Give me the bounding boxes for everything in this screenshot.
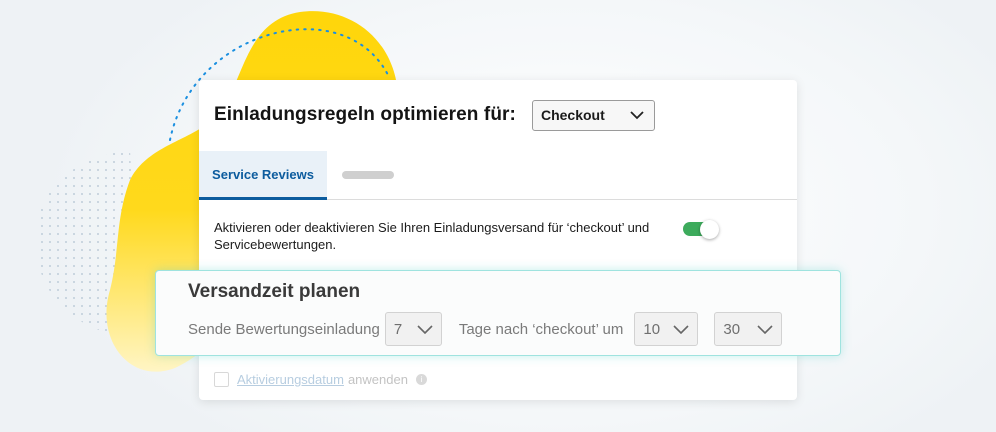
hour-value: 10 [643, 320, 661, 338]
schedule-panel: Versandzeit planen Sende Bewertungseinla… [155, 270, 841, 356]
schedule-prefix-text: Sende Bewertungseinladung [188, 320, 380, 338]
hour-select[interactable]: 10 [634, 312, 699, 346]
tab-label: Service Reviews [212, 166, 314, 182]
schedule-title: Versandzeit planen [188, 281, 361, 302]
invitation-toggle[interactable] [683, 220, 719, 239]
optimize-for-select[interactable]: Checkout [531, 99, 655, 131]
schedule-row: Sende Bewertungseinladung 7 Tage nach ‘c… [188, 312, 783, 346]
info-icon[interactable]: i [415, 374, 427, 385]
schedule-middle-text: Tage nach ‘checkout’ um [458, 320, 624, 338]
minute-select[interactable]: 30 [714, 312, 783, 346]
activation-date-checkbox[interactable] [214, 372, 229, 387]
activation-date-link[interactable]: Aktivierungsdatum [237, 372, 344, 387]
chevron-down-icon [673, 321, 689, 338]
activation-suffix: anwenden [347, 372, 408, 387]
toggle-knob [700, 220, 719, 239]
activation-date-row: Aktivierungsdatum anwenden i [214, 372, 427, 387]
minute-value: 30 [723, 320, 741, 338]
days-value: 7 [393, 320, 403, 338]
tab-service-reviews[interactable]: Service Reviews [199, 151, 327, 200]
card-header: Einladungsregeln optimieren für: Checkou… [199, 80, 797, 150]
toggle-description: Aktivieren oder deaktivieren Sie Ihren E… [214, 220, 650, 252]
tab-placeholder[interactable] [342, 171, 394, 179]
page-title: Einladungsregeln optimieren für: [214, 104, 516, 125]
chevron-down-icon [417, 321, 433, 338]
optimize-for-value: Checkout [540, 107, 605, 123]
chevron-down-icon [757, 321, 773, 338]
tab-bar: Service Reviews [199, 151, 797, 200]
chevron-down-icon [630, 107, 644, 123]
days-select[interactable]: 7 [384, 312, 442, 346]
